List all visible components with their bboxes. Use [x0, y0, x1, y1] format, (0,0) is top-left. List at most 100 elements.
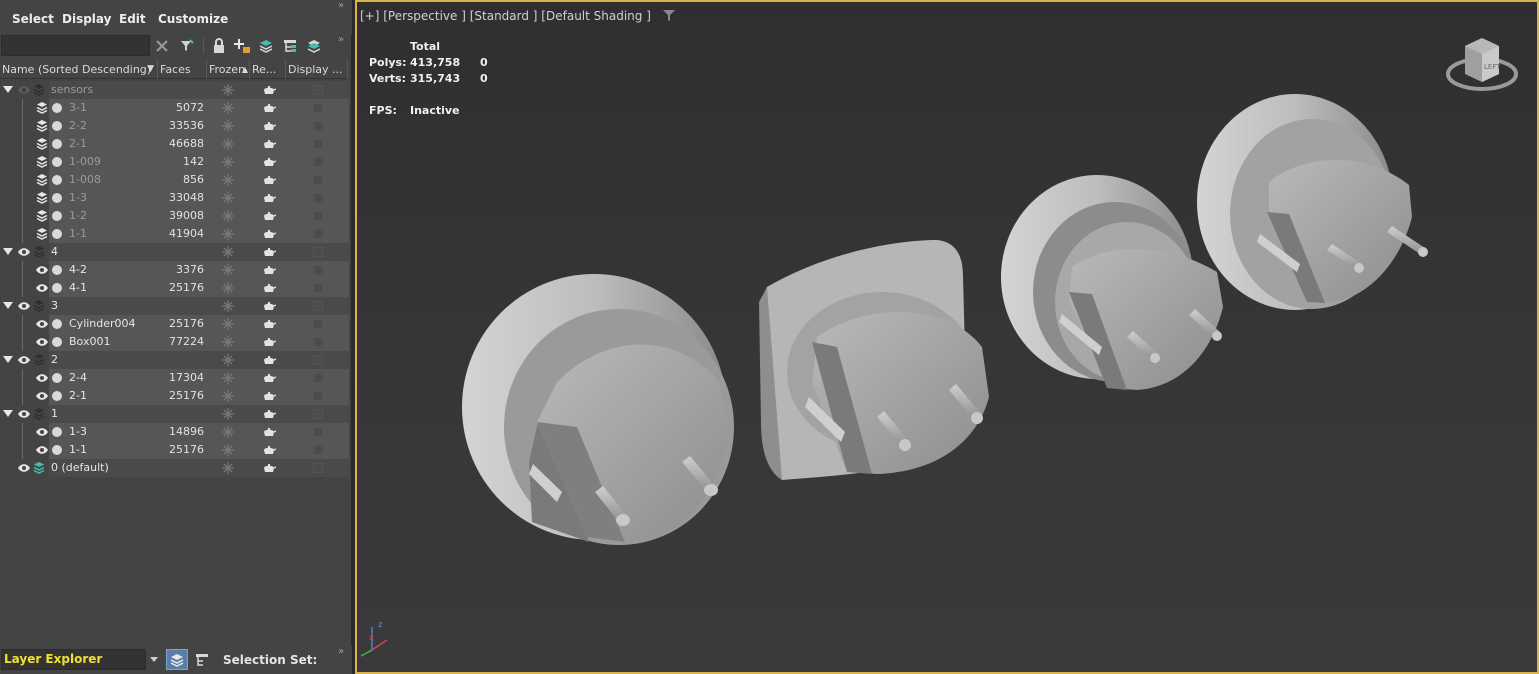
- menu-display[interactable]: Display: [62, 12, 111, 26]
- display-checkbox[interactable]: [313, 229, 323, 239]
- freeze-icon[interactable]: [222, 318, 234, 330]
- renderable-teapot-icon[interactable]: [262, 156, 277, 168]
- display-checkbox[interactable]: [313, 121, 323, 131]
- expand-toolbar-icon[interactable]: »: [338, 34, 344, 45]
- hidden-layer-icon[interactable]: [36, 119, 48, 133]
- visibility-eye-icon[interactable]: [17, 247, 31, 257]
- display-checkbox[interactable]: [313, 157, 323, 167]
- renderable-teapot-icon[interactable]: [262, 174, 277, 186]
- visibility-eye-icon[interactable]: [35, 319, 49, 329]
- visibility-eye-icon[interactable]: [17, 301, 31, 311]
- display-checkbox[interactable]: [313, 247, 323, 257]
- display-checkbox[interactable]: [313, 445, 323, 455]
- layer-row[interactable]: 3: [0, 297, 349, 315]
- visibility-eye-icon[interactable]: [35, 283, 49, 293]
- renderable-teapot-icon[interactable]: [262, 246, 277, 258]
- renderable-teapot-icon[interactable]: [262, 408, 277, 420]
- collapse-toggle-icon[interactable]: »: [338, 0, 344, 11]
- renderable-teapot-icon[interactable]: [262, 264, 277, 276]
- display-checkbox[interactable]: [313, 391, 323, 401]
- display-checkbox[interactable]: [313, 85, 323, 95]
- col-render[interactable]: Re...: [250, 60, 286, 79]
- layer-row[interactable]: 1: [0, 405, 349, 423]
- renderable-teapot-icon[interactable]: [262, 426, 277, 438]
- object-row[interactable]: 3-1 5072: [0, 99, 349, 117]
- object-row[interactable]: 2-1 46688: [0, 135, 349, 153]
- display-checkbox[interactable]: [313, 103, 323, 113]
- layer-row[interactable]: 4: [0, 243, 349, 261]
- object-row[interactable]: 1-3 14896: [0, 423, 349, 441]
- filter-icon[interactable]: [178, 37, 196, 55]
- object-row[interactable]: 4-2 3376: [0, 261, 349, 279]
- search-input[interactable]: [1, 35, 150, 56]
- display-checkbox[interactable]: [313, 211, 323, 221]
- freeze-icon[interactable]: [222, 174, 234, 186]
- freeze-icon[interactable]: [222, 336, 234, 348]
- visibility-eye-icon[interactable]: [35, 337, 49, 347]
- object-row[interactable]: Cylinder004 25176: [0, 315, 349, 333]
- renderable-teapot-icon[interactable]: [262, 102, 277, 114]
- adapter-model-2[interactable]: [759, 240, 989, 480]
- menu-edit[interactable]: Edit: [119, 12, 146, 26]
- layer-stack-icon[interactable]: [305, 37, 323, 55]
- renderable-teapot-icon[interactable]: [262, 354, 277, 366]
- chevron-down-icon[interactable]: [147, 649, 160, 670]
- freeze-icon[interactable]: [222, 210, 234, 222]
- object-row[interactable]: 2-2 33536: [0, 117, 349, 135]
- hidden-layer-icon[interactable]: [36, 155, 48, 169]
- sort-by-layer-button[interactable]: [166, 649, 188, 670]
- explorer-selector[interactable]: Layer Explorer: [1, 649, 146, 670]
- object-row[interactable]: 2-4 17304: [0, 369, 349, 387]
- expand-arrow-icon[interactable]: [3, 356, 13, 363]
- freeze-icon[interactable]: [222, 138, 234, 150]
- visibility-eye-icon[interactable]: [35, 265, 49, 275]
- renderable-teapot-icon[interactable]: [262, 372, 277, 384]
- object-row[interactable]: 4-1 25176: [0, 279, 349, 297]
- layer-row[interactable]: 0 (default): [0, 459, 349, 477]
- display-checkbox[interactable]: [313, 337, 323, 347]
- adapter-model-3[interactable]: [1001, 175, 1223, 390]
- hidden-layer-icon[interactable]: [36, 227, 48, 241]
- display-checkbox[interactable]: [313, 139, 323, 149]
- visibility-eye-icon[interactable]: [35, 445, 49, 455]
- object-row[interactable]: 1-2 39008: [0, 207, 349, 225]
- freeze-icon[interactable]: [222, 264, 234, 276]
- display-checkbox[interactable]: [313, 319, 323, 329]
- display-checkbox[interactable]: [313, 463, 323, 473]
- renderable-teapot-icon[interactable]: [262, 210, 277, 222]
- display-checkbox[interactable]: [313, 409, 323, 419]
- menu-select[interactable]: Select: [12, 12, 54, 26]
- clear-icon[interactable]: [153, 37, 171, 55]
- freeze-icon[interactable]: [222, 84, 234, 96]
- visibility-eye-icon[interactable]: [35, 391, 49, 401]
- perspective-viewport[interactable]: [+] [Perspective ] [Standard ] [Default …: [355, 0, 1539, 674]
- renderable-teapot-icon[interactable]: [262, 444, 277, 456]
- freeze-icon[interactable]: [222, 102, 234, 114]
- visibility-eye-icon[interactable]: [17, 463, 31, 473]
- renderable-teapot-icon[interactable]: [262, 84, 277, 96]
- expand-arrow-icon[interactable]: [3, 248, 13, 255]
- freeze-icon[interactable]: [222, 372, 234, 384]
- object-row[interactable]: 1-3 33048: [0, 189, 349, 207]
- hidden-layer-icon[interactable]: [36, 173, 48, 187]
- freeze-icon[interactable]: [222, 282, 234, 294]
- add-to-layer-icon[interactable]: [233, 37, 251, 55]
- display-checkbox[interactable]: [313, 355, 323, 365]
- renderable-teapot-icon[interactable]: [262, 390, 277, 402]
- expand-bottom-icon[interactable]: »: [338, 646, 344, 657]
- renderable-teapot-icon[interactable]: [262, 282, 277, 294]
- layer-row[interactable]: sensors: [0, 81, 349, 99]
- layer-row[interactable]: 2: [0, 351, 349, 369]
- freeze-icon[interactable]: [222, 246, 234, 258]
- col-display[interactable]: Display ...: [286, 60, 348, 79]
- display-checkbox[interactable]: [313, 301, 323, 311]
- renderable-teapot-icon[interactable]: [262, 138, 277, 150]
- renderable-teapot-icon[interactable]: [262, 192, 277, 204]
- display-checkbox[interactable]: [313, 427, 323, 437]
- hidden-layer-icon[interactable]: [36, 101, 48, 115]
- freeze-icon[interactable]: [222, 426, 234, 438]
- expand-arrow-icon[interactable]: [3, 302, 13, 309]
- object-row[interactable]: 2-1 25176: [0, 387, 349, 405]
- adapter-model-4[interactable]: [1197, 94, 1428, 310]
- object-row[interactable]: 1-009 142: [0, 153, 349, 171]
